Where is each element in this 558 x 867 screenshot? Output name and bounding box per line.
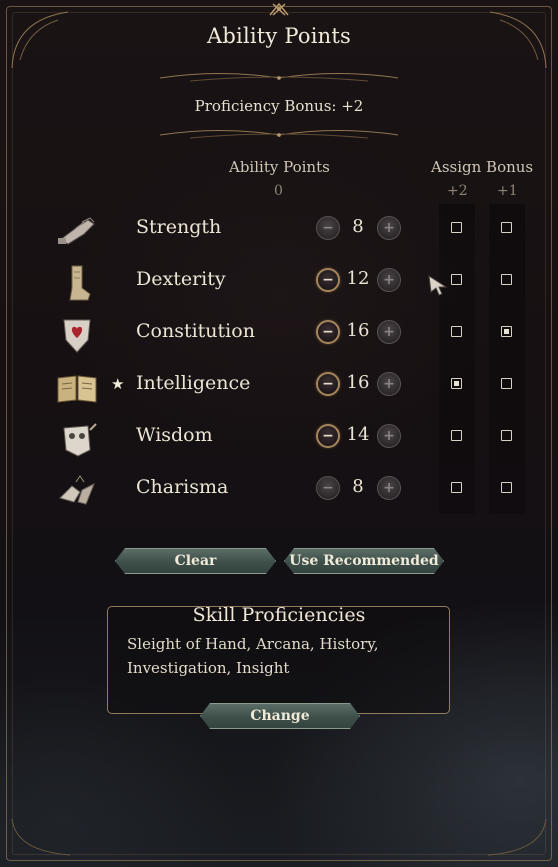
primary-ability-star-icon: ★: [111, 375, 125, 393]
ability-row-constitution: Constitution −16 +: [0, 312, 558, 364]
bonus-plus-one-checkbox-intelligence[interactable]: [501, 378, 512, 389]
bonus-plus-two-checkbox-wisdom[interactable]: [451, 430, 462, 441]
increase-constitution-button[interactable]: +: [377, 320, 401, 344]
increase-intelligence-button[interactable]: +: [377, 372, 401, 396]
owl-icon: [54, 416, 100, 462]
boot-icon: [54, 260, 100, 306]
bonus-plus-one-checkbox-constitution[interactable]: [501, 326, 512, 337]
ability-row-strength: Strength −8 +: [0, 208, 558, 260]
ability-points-panel: Ability Points Proficiency Bonus: +2 Abi…: [0, 0, 558, 867]
ability-score: 16: [346, 320, 370, 341]
points-remaining: 0: [274, 183, 283, 199]
title-divider: [160, 73, 398, 82]
corner-ornament-bottom-right-icon: [487, 818, 547, 856]
ability-row-wisdom: Wisdom −14 +: [0, 416, 558, 468]
decrease-intelligence-button[interactable]: −: [316, 372, 340, 396]
ability-name: Charisma: [136, 476, 229, 498]
ability-name: Wisdom: [136, 424, 213, 446]
open-book-icon: [54, 364, 100, 410]
bonus-plus-two-checkbox-dexterity[interactable]: [451, 274, 462, 285]
ability-score: 8: [352, 476, 364, 497]
ability-name: Dexterity: [136, 268, 226, 290]
heart-shield-icon: [54, 312, 100, 358]
proficiency-divider: [160, 130, 398, 139]
ability-row-charisma: Charisma −8 +: [0, 468, 558, 520]
crest-emblem-icon: [262, 0, 296, 18]
clear-button[interactable]: Clear: [115, 548, 276, 574]
ability-row-dexterity: Dexterity −12 +: [0, 260, 558, 312]
bonus-plus-two-checkbox-charisma[interactable]: [451, 482, 462, 493]
decrease-dexterity-button[interactable]: −: [316, 268, 340, 292]
hands-icon: [54, 468, 100, 514]
change-skills-button[interactable]: Change: [200, 703, 360, 729]
assign-bonus-header: Assign Bonus: [431, 158, 534, 176]
use-recommended-button[interactable]: Use Recommended: [284, 548, 444, 574]
bonus-plus-two-checkbox-constitution[interactable]: [451, 326, 462, 337]
ability-name: Intelligence: [136, 372, 251, 394]
decrease-strength-button[interactable]: −: [316, 216, 340, 240]
increase-dexterity-button[interactable]: +: [377, 268, 401, 292]
bonus-plus-one-checkbox-strength[interactable]: [501, 222, 512, 233]
bonus-plus-two-header: +2: [447, 183, 468, 199]
increase-wisdom-button[interactable]: +: [377, 424, 401, 448]
corner-ornament-bottom-left-icon: [11, 818, 71, 856]
skill-proficiencies-list: Sleight of Hand, Arcana, History, Invest…: [127, 635, 379, 677]
bonus-plus-two-checkbox-intelligence[interactable]: [451, 378, 462, 389]
skill-proficiencies-title: Skill Proficiencies: [192, 604, 366, 626]
ability-name: Strength: [136, 216, 222, 238]
increase-charisma-button[interactable]: +: [377, 476, 401, 500]
decrease-constitution-button[interactable]: −: [316, 320, 340, 344]
gauntlet-icon: [54, 208, 100, 254]
panel-title: Ability Points: [207, 24, 351, 48]
bonus-plus-two-checkbox-strength[interactable]: [451, 222, 462, 233]
ability-score: 8: [352, 216, 364, 237]
mouse-cursor-icon: [428, 274, 448, 296]
ability-row-intelligence: ★ Intelligence −16 +: [0, 364, 558, 416]
ability-score: 14: [346, 424, 370, 445]
increase-strength-button[interactable]: +: [377, 216, 401, 240]
ability-name: Constitution: [136, 320, 255, 342]
bonus-plus-one-checkbox-dexterity[interactable]: [501, 274, 512, 285]
ability-points-header: Ability Points: [229, 158, 330, 176]
proficiency-bonus: Proficiency Bonus: +2: [194, 97, 364, 115]
bonus-plus-one-checkbox-wisdom[interactable]: [501, 430, 512, 441]
ability-score: 16: [346, 372, 370, 393]
ability-score: 12: [346, 268, 370, 289]
bonus-plus-one-header: +1: [497, 183, 518, 199]
decrease-wisdom-button[interactable]: −: [316, 424, 340, 448]
decrease-charisma-button[interactable]: −: [316, 476, 340, 500]
bonus-plus-one-checkbox-charisma[interactable]: [501, 482, 512, 493]
